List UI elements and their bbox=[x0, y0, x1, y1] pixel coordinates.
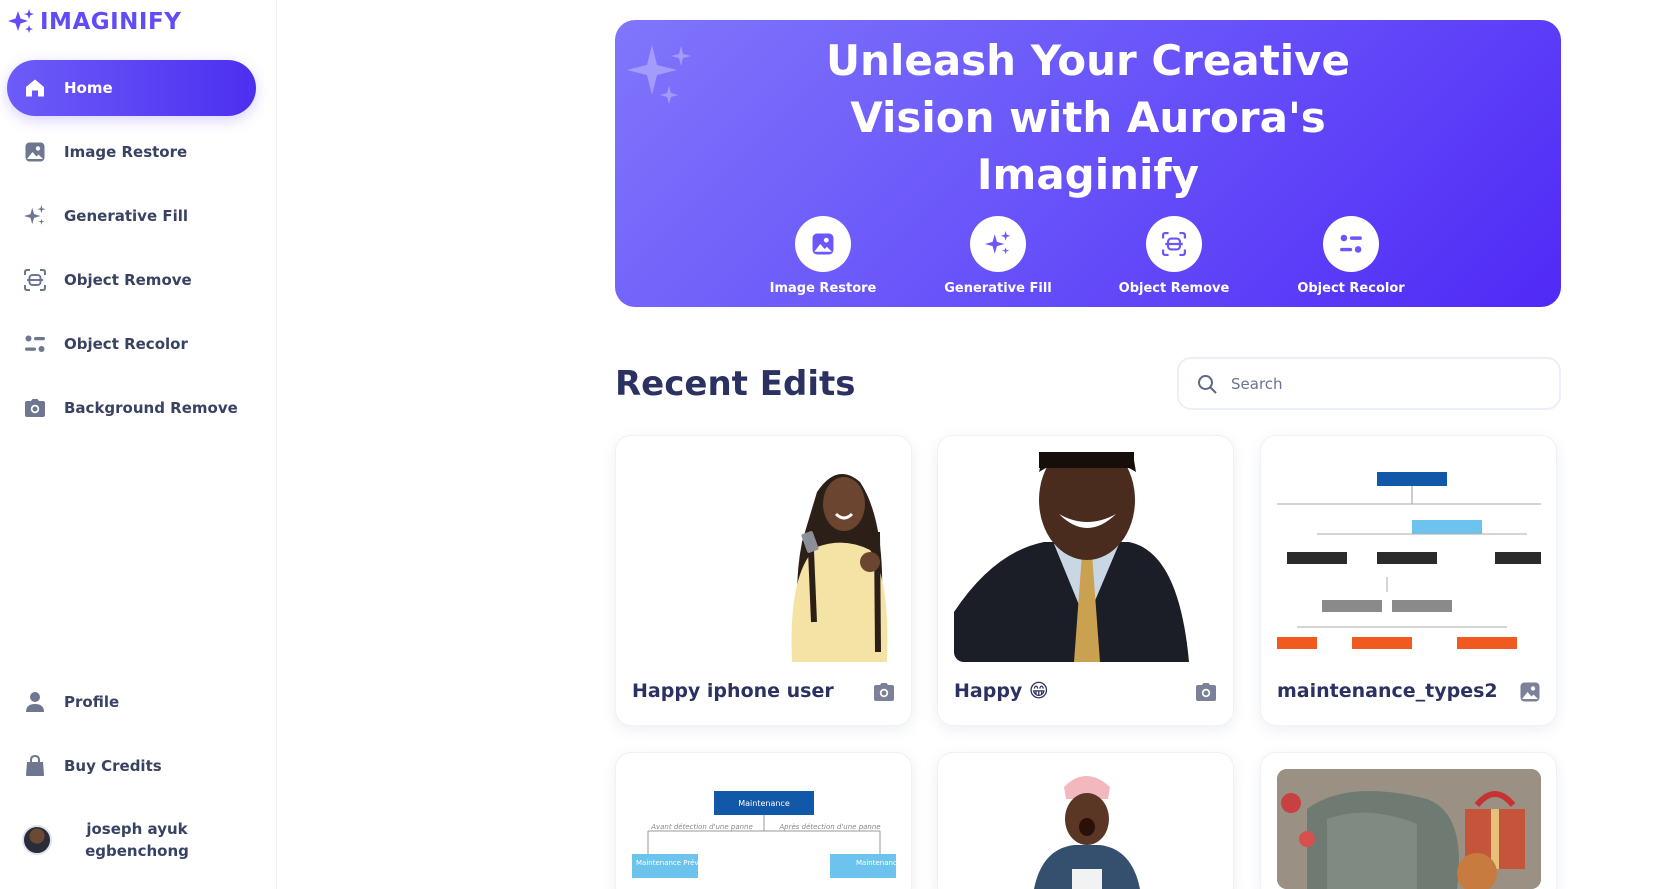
camera-icon bbox=[874, 683, 894, 701]
sidebar-item-object-recolor[interactable]: Object Recolor bbox=[7, 316, 256, 372]
hero-banner: Unleash Your Creative Vision with Aurora… bbox=[615, 20, 1561, 307]
user-icon bbox=[24, 691, 46, 713]
hero-title-line: Vision with Aurora's bbox=[850, 93, 1326, 142]
diagram-label: Maintenance Préventive bbox=[636, 859, 720, 867]
user-profile-button[interactable]: joseph ayuk egbenchong bbox=[22, 818, 192, 862]
tool-label: Object Remove bbox=[1118, 281, 1230, 296]
hero-tool-object-recolor[interactable]: Object Recolor bbox=[1271, 216, 1431, 296]
card-thumbnail bbox=[632, 452, 896, 662]
person-photo bbox=[954, 452, 1189, 662]
user-name: joseph ayuk egbenchong bbox=[85, 820, 189, 860]
person-photo bbox=[1034, 776, 1140, 889]
image-icon bbox=[24, 141, 46, 163]
tool-circle bbox=[795, 216, 851, 272]
tool-label: Image Restore bbox=[769, 281, 877, 296]
search-icon bbox=[1198, 374, 1217, 394]
tool-circle bbox=[970, 216, 1026, 272]
diagram-label: Avant détection d'une panne bbox=[650, 823, 753, 831]
filter-icon bbox=[24, 333, 46, 355]
diagram-label: Maintenance Corrective bbox=[856, 859, 896, 867]
scan-icon bbox=[24, 269, 46, 291]
avatar bbox=[22, 825, 52, 855]
image-card[interactable]: Happy iphone user bbox=[615, 435, 912, 726]
sidebar-item-label: Background Remove bbox=[64, 399, 238, 417]
filter-icon bbox=[1340, 234, 1362, 253]
image-icon bbox=[1520, 682, 1540, 702]
hero-title-line: Imaginify bbox=[976, 150, 1200, 199]
sidebar-item-object-remove[interactable]: Object Remove bbox=[7, 252, 256, 308]
logo-text: IMAGINIFY bbox=[40, 9, 182, 35]
sidebar-item-background-remove[interactable]: Background Remove bbox=[7, 380, 256, 436]
image-card[interactable] bbox=[1260, 752, 1557, 889]
tool-label: Generative Fill bbox=[944, 281, 1052, 296]
sidebar-item-home[interactable]: Home bbox=[7, 60, 256, 116]
image-card[interactable] bbox=[937, 752, 1234, 889]
image-card[interactable]: Maintenance Avant détection d'une panne … bbox=[615, 752, 912, 889]
sparkles-icon bbox=[985, 231, 1011, 255]
image-icon bbox=[812, 233, 834, 255]
recent-edits-title: Recent Edits bbox=[615, 364, 856, 404]
hero-tool-object-remove[interactable]: Object Remove bbox=[1094, 216, 1254, 296]
card-title: Happy iphone user bbox=[632, 680, 834, 702]
bag-icon bbox=[24, 755, 46, 777]
sidebar-item-image-restore[interactable]: Image Restore bbox=[7, 124, 256, 180]
sidebar: IMAGINIFY Home Image Restore Generative … bbox=[0, 0, 277, 889]
diagram-label: Après détection d'une panne bbox=[778, 823, 880, 831]
sidebar-item-label: Object Recolor bbox=[64, 335, 188, 353]
tool-label: Object Recolor bbox=[1297, 281, 1405, 296]
sidebar-item-label: Object Remove bbox=[64, 271, 192, 289]
sparkles-logo-icon bbox=[8, 9, 34, 33]
sidebar-item-buy-credits[interactable]: Buy Credits bbox=[7, 738, 256, 794]
card-title: Happy 😁 bbox=[954, 680, 1049, 702]
sidebar-item-label: Home bbox=[64, 79, 113, 97]
sidebar-item-label: Profile bbox=[64, 693, 120, 711]
camera-icon bbox=[24, 397, 46, 419]
sidebar-item-label: Image Restore bbox=[64, 143, 188, 161]
search-box[interactable] bbox=[1177, 357, 1561, 410]
card-thumbnail bbox=[954, 769, 1218, 889]
photo bbox=[1277, 769, 1541, 889]
tool-circle bbox=[1323, 216, 1379, 272]
card-thumbnail bbox=[954, 452, 1218, 662]
card-title: maintenance_types2 bbox=[1277, 680, 1498, 702]
scan-icon bbox=[1162, 232, 1186, 256]
sidebar-item-label: Buy Credits bbox=[64, 757, 162, 775]
sidebar-item-label: Generative Fill bbox=[64, 207, 189, 225]
sidebar-nav: Home Image Restore Generative Fill Objec… bbox=[7, 60, 256, 444]
card-thumbnail bbox=[1277, 452, 1541, 662]
sidebar-bottom-nav: Profile Buy Credits bbox=[7, 674, 256, 802]
person-photo bbox=[791, 474, 888, 662]
diagram-thumbnail: Maintenance Avant détection d'une panne … bbox=[632, 791, 896, 878]
sidebar-item-profile[interactable]: Profile bbox=[7, 674, 256, 730]
diagram-label: Maintenance bbox=[738, 799, 790, 808]
home-icon bbox=[24, 77, 46, 99]
diagram-thumbnail bbox=[1277, 472, 1541, 649]
hero-tool-generative-fill[interactable]: Generative Fill bbox=[918, 216, 1078, 296]
card-thumbnail: Maintenance Avant détection d'une panne … bbox=[632, 769, 896, 889]
hero-tool-image-restore[interactable]: Image Restore bbox=[743, 216, 903, 296]
sidebar-item-generative-fill[interactable]: Generative Fill bbox=[7, 188, 256, 244]
search-input[interactable] bbox=[1231, 374, 1531, 393]
hero-title-line: Unleash Your Creative bbox=[825, 36, 1351, 85]
image-card[interactable]: maintenance_types2 bbox=[1260, 435, 1557, 726]
card-thumbnail bbox=[1277, 769, 1541, 889]
hero-title: Unleash Your Creative Vision with Aurora… bbox=[615, 32, 1561, 203]
tool-circle bbox=[1146, 216, 1202, 272]
image-card[interactable]: Happy 😁 bbox=[937, 435, 1234, 726]
sparkles-icon bbox=[24, 205, 46, 227]
camera-icon bbox=[1196, 683, 1216, 701]
app-logo[interactable]: IMAGINIFY bbox=[8, 6, 181, 38]
